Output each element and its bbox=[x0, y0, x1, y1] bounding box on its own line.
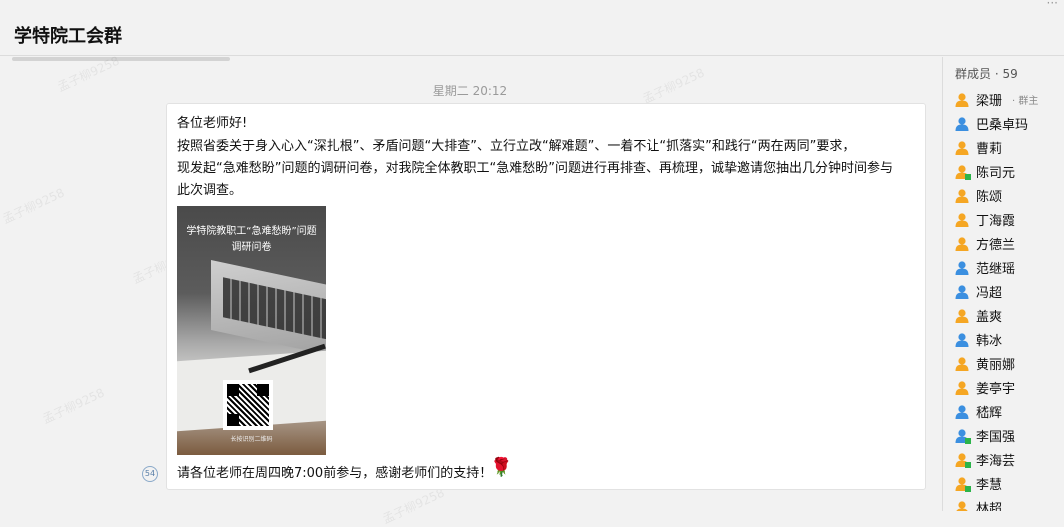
member-item[interactable]: 范继瑶 bbox=[955, 258, 1063, 278]
member-item[interactable]: 丁海霞 bbox=[955, 210, 1063, 230]
survey-poster-image[interactable]: 学特院教职工“急难愁盼”问题 调研问卷 长按识别二维码 bbox=[177, 206, 326, 455]
member-item[interactable]: 黄丽娜 bbox=[955, 354, 1063, 374]
member-name: 方德兰 bbox=[976, 238, 1016, 253]
owner-badge: · 群主 bbox=[1012, 96, 1039, 107]
member-item[interactable]: 曹莉 bbox=[955, 138, 1063, 158]
message-body-line: 按照省委关于身入心入“深扎根”、矛盾问题“大排查”、立行立改“解难题”、一着不让… bbox=[177, 139, 856, 154]
member-name: 盖爽 bbox=[976, 310, 1003, 325]
member-item[interactable]: 林超 bbox=[955, 498, 1063, 511]
member-name: 梁珊 bbox=[976, 94, 1003, 109]
orange-user-icon bbox=[955, 477, 971, 492]
member-name: 巴桑卓玛 bbox=[976, 118, 1029, 133]
orange-user-icon bbox=[955, 357, 969, 371]
blue-user-icon bbox=[955, 429, 971, 444]
orange-user-icon bbox=[956, 501, 968, 511]
group-title: 学特院工会群 bbox=[14, 26, 122, 47]
qr-caption: 长按识别二维码 bbox=[230, 436, 273, 443]
blue-user-icon bbox=[955, 261, 969, 275]
poster-title: 学特院教职工“急难愁盼”问题 bbox=[186, 226, 317, 237]
member-item[interactable]: 韩冰 bbox=[955, 330, 1063, 350]
member-name: 陈司元 bbox=[976, 166, 1016, 181]
watermark: 孟子柳9258 bbox=[380, 485, 447, 527]
member-name: 李海芸 bbox=[976, 454, 1016, 469]
orange-user-icon bbox=[955, 141, 969, 155]
member-name: 丁海霞 bbox=[976, 214, 1016, 229]
member-name: 冯超 bbox=[976, 286, 1003, 301]
member-item[interactable]: 姜亭宇 bbox=[955, 378, 1063, 398]
member-item[interactable]: 方德兰 bbox=[955, 234, 1063, 254]
message-body-line: 此次调查。 bbox=[177, 183, 243, 198]
member-item[interactable]: 李慧 bbox=[955, 474, 1063, 494]
member-item[interactable]: 盖爽 bbox=[955, 306, 1063, 326]
member-name: 黄丽娜 bbox=[976, 358, 1016, 373]
message-greeting: 各位老师好! bbox=[177, 116, 248, 131]
member-item[interactable]: 梁珊 · 群主 bbox=[955, 90, 1063, 110]
member-item[interactable]: 巴桑卓玛 bbox=[955, 114, 1063, 134]
member-item[interactable]: 陈颂 bbox=[955, 186, 1063, 206]
member-name: 李国强 bbox=[976, 430, 1016, 445]
member-item[interactable]: 冯超 bbox=[955, 282, 1063, 302]
member-name: 陈颂 bbox=[976, 190, 1003, 205]
blue-user-icon bbox=[955, 405, 969, 419]
member-name: 曹莉 bbox=[976, 142, 1003, 157]
member-name: 林超 bbox=[976, 502, 1003, 511]
orange-user-icon bbox=[955, 189, 969, 203]
orange-user-icon bbox=[955, 93, 969, 107]
chat-header: 学特院工会群 ··· bbox=[0, 0, 1064, 56]
blue-user-icon bbox=[955, 117, 969, 131]
member-name: 韩冰 bbox=[976, 334, 1003, 349]
more-icon[interactable]: ··· bbox=[1047, 0, 1058, 10]
read-count-badge[interactable]: 54 bbox=[142, 466, 158, 482]
message-body-line: 现发起“急难愁盼”问题的调研问卷，对我院全体教职工“急难愁盼”问题进行再排查、再… bbox=[177, 161, 893, 176]
orange-user-icon bbox=[955, 309, 969, 323]
watermark: 孟子柳9258 bbox=[40, 385, 107, 427]
message-area: 孟子柳9258 孟子柳9258 孟子柳9258 孟子柳9258 孟子柳9258 … bbox=[0, 54, 942, 526]
member-name: 李慧 bbox=[976, 478, 1003, 493]
member-item[interactable]: 李国强 bbox=[955, 426, 1063, 446]
blue-user-icon bbox=[955, 285, 969, 299]
watermark: 孟子柳9258 bbox=[0, 185, 67, 227]
orange-user-icon bbox=[955, 237, 969, 251]
member-item[interactable]: 嵇辉 bbox=[955, 402, 1063, 422]
rose-emoji-icon: 🌹 bbox=[490, 457, 513, 478]
member-item[interactable]: 陈司元 bbox=[955, 162, 1063, 182]
message-footer: 请各位老师在周四晚7:00前参与，感谢老师们的支持！ bbox=[177, 466, 493, 481]
orange-user-icon bbox=[955, 453, 971, 468]
orange-user-icon bbox=[955, 165, 971, 180]
member-count-header: 群成员 · 59 bbox=[955, 67, 1018, 81]
member-name: 姜亭宇 bbox=[976, 382, 1016, 397]
message-bubble[interactable]: 各位老师好! 按照省委关于身入心入“深扎根”、矛盾问题“大排查”、立行立改“解难… bbox=[166, 103, 926, 490]
poster-subtitle: 调研问卷 bbox=[231, 242, 272, 253]
message-timestamp: 星期二 20:12 bbox=[432, 84, 508, 98]
member-sidebar: 群成员 · 59 梁珊 · 群主巴桑卓玛曹莉陈司元陈颂丁海霞方德兰范继瑶冯超盖爽韩… bbox=[942, 57, 1064, 511]
member-name: 嵇辉 bbox=[976, 406, 1003, 421]
orange-user-icon bbox=[955, 213, 969, 227]
blue-user-icon bbox=[955, 333, 969, 347]
qr-code-icon[interactable] bbox=[223, 380, 273, 430]
orange-user-icon bbox=[955, 381, 969, 395]
member-name: 范继瑶 bbox=[976, 262, 1016, 277]
member-item[interactable]: 李海芸 bbox=[955, 450, 1063, 470]
